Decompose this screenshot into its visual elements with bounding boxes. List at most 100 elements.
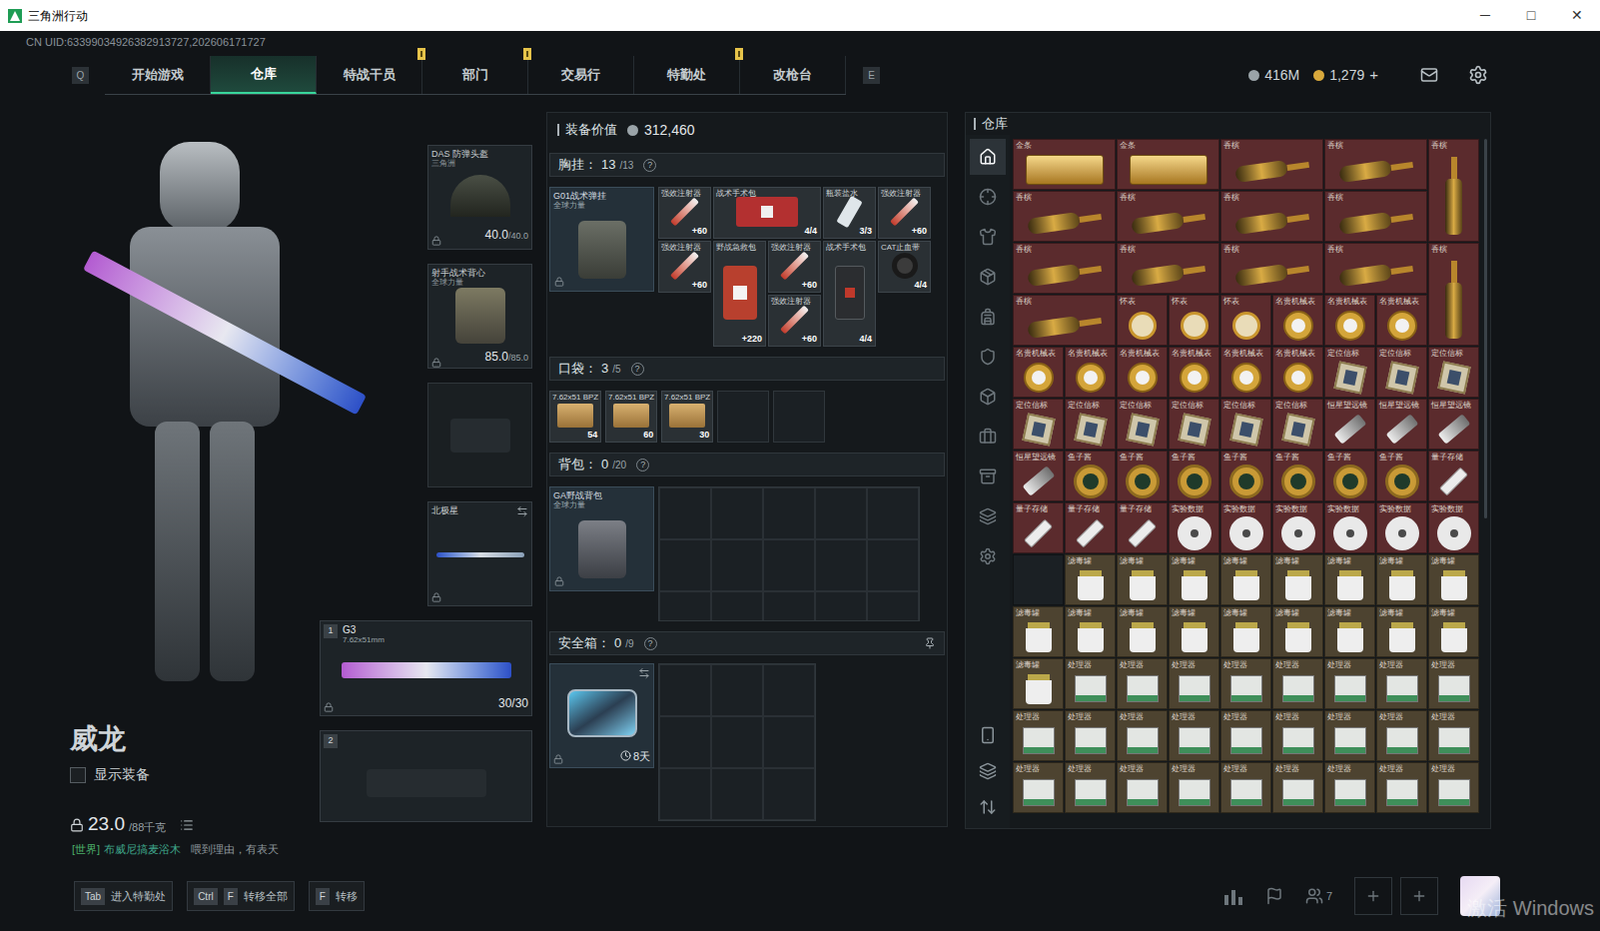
warehouse-tab[interactable] xyxy=(969,298,1006,335)
warehouse-item[interactable]: 香槟 xyxy=(1428,138,1480,242)
warehouse-item[interactable]: 定位信标 xyxy=(1064,398,1116,450)
gear-item[interactable]: 强效注射器+60 xyxy=(768,294,821,347)
warehouse-item[interactable]: 处理器 xyxy=(1324,710,1376,762)
warehouse-item[interactable]: 处理器 xyxy=(1116,762,1168,813)
warehouse-item[interactable]: 滤毒罐 xyxy=(1064,606,1116,658)
empty-slot[interactable] xyxy=(659,716,712,769)
help-badge[interactable]: ? xyxy=(636,458,650,472)
nav-tab[interactable]: 特战干员 xyxy=(316,55,423,94)
warehouse-item[interactable]: 处理器 xyxy=(1012,710,1064,762)
warehouse-item[interactable]: 滤毒罐 xyxy=(1272,606,1324,658)
warehouse-item[interactable]: 实验数据 xyxy=(1428,502,1480,554)
warehouse-item[interactable]: 处理器 xyxy=(1116,658,1168,710)
warehouse-tab[interactable] xyxy=(969,178,1006,215)
warehouse-item[interactable]: 滤毒罐 xyxy=(1376,554,1428,606)
warehouse-item[interactable]: 恒星望远镜 xyxy=(1012,450,1064,502)
empty-slot[interactable] xyxy=(763,591,815,622)
warehouse-tab[interactable] xyxy=(969,258,1006,295)
prev-key[interactable]: Q xyxy=(71,66,89,84)
warehouse-item[interactable]: 怀表 xyxy=(1220,294,1272,346)
helmet-slot[interactable]: DAS 防弹头盔三角洲40.0/40.0 xyxy=(427,144,533,250)
warehouse-item[interactable]: 恒星望远镜 xyxy=(1376,398,1428,450)
warehouse-item[interactable]: 处理器 xyxy=(1168,658,1220,710)
warehouse-item[interactable]: 香槟 xyxy=(1012,242,1116,294)
gear-item[interactable]: 强效注射器+60 xyxy=(658,240,712,293)
warehouse-item[interactable]: 处理器 xyxy=(1064,710,1116,762)
warehouse-tab[interactable] xyxy=(969,138,1006,175)
gear-item[interactable]: 战术手术包4/4 xyxy=(713,186,821,239)
warehouse-item[interactable]: 实验数据 xyxy=(1376,502,1428,554)
warehouse-item[interactable]: 量子存储 xyxy=(1428,450,1480,502)
empty-slot[interactable] xyxy=(763,716,815,769)
warehouse-item[interactable]: 香槟 xyxy=(1116,242,1220,294)
warehouse-item[interactable]: 恒星望远镜 xyxy=(1324,398,1376,450)
warehouse-item[interactable]: 鱼子酱 xyxy=(1324,450,1376,502)
gear-item[interactable]: 7.62x51 BPZ60 xyxy=(605,390,658,443)
gear-item[interactable]: 7.62x51 BPZ54 xyxy=(549,390,602,443)
warehouse-item[interactable]: 实验数据 xyxy=(1324,502,1376,554)
warehouse-item[interactable]: 滤毒罐 xyxy=(1012,658,1064,710)
empty-slot[interactable] xyxy=(711,716,764,769)
currency[interactable]: 1,279+ xyxy=(1313,63,1379,87)
warehouse-item[interactable]: 实验数据 xyxy=(1168,502,1220,554)
warehouse-item[interactable]: 处理器 xyxy=(1324,658,1376,710)
nav-tab[interactable]: 仓库 xyxy=(210,55,317,94)
warehouse-item[interactable]: 定位信标 xyxy=(1168,398,1220,450)
empty-slot[interactable] xyxy=(711,591,764,622)
warehouse-item[interactable]: 怀表 xyxy=(1168,294,1220,346)
warehouse-item[interactable]: 名贵机械表 xyxy=(1272,346,1324,398)
warehouse-tab[interactable] xyxy=(969,498,1006,535)
warehouse-item[interactable]: 鱼子酱 xyxy=(1376,450,1428,502)
warehouse-tab[interactable] xyxy=(969,538,1006,575)
add-slot[interactable] xyxy=(1354,876,1393,915)
warehouse-item[interactable]: 定位信标 xyxy=(1428,346,1480,398)
warehouse-tab[interactable] xyxy=(969,218,1006,255)
warehouse-item[interactable]: 定位信标 xyxy=(1012,398,1064,450)
warehouse-item[interactable]: 香槟 xyxy=(1428,242,1480,346)
empty-slot[interactable] xyxy=(866,591,919,622)
warehouse-item[interactable]: 处理器 xyxy=(1012,762,1064,813)
show-gear-checkbox[interactable]: 显示装备 xyxy=(69,764,318,786)
warehouse-item[interactable]: 香槟 xyxy=(1324,138,1428,190)
warehouse-item[interactable]: 恒星望远镜 xyxy=(1428,398,1480,450)
empty-slot[interactable] xyxy=(763,768,815,820)
warehouse-item[interactable]: 处理器 xyxy=(1220,762,1272,813)
warehouse-item[interactable]: 香槟 xyxy=(1324,242,1428,294)
warehouse-item[interactable]: 滤毒罐 xyxy=(1376,606,1428,658)
gear-item[interactable]: 强效注射器+60 xyxy=(768,240,821,293)
pin-icon[interactable] xyxy=(923,637,936,650)
warehouse-item[interactable]: 香槟 xyxy=(1324,190,1428,242)
empty-slot[interactable] xyxy=(763,664,815,717)
nav-tab[interactable]: 交易行 xyxy=(528,55,635,94)
empty-slot[interactable] xyxy=(763,539,815,592)
empty-slot[interactable] xyxy=(763,487,815,540)
warehouse-item[interactable]: 滤毒罐 xyxy=(1168,554,1220,606)
gear-item[interactable]: 强效注射器+60 xyxy=(658,186,712,239)
warehouse-item[interactable]: 滤毒罐 xyxy=(1116,554,1168,606)
warehouse-item[interactable]: 处理器 xyxy=(1220,658,1272,710)
warehouse-item[interactable]: 香槟 xyxy=(1116,190,1220,242)
warehouse-item[interactable]: 量子存储 xyxy=(1064,502,1116,554)
window-control[interactable]: ✕ xyxy=(1554,0,1600,31)
warehouse-tab[interactable] xyxy=(969,378,1006,415)
empty-slot[interactable] xyxy=(773,390,825,443)
warehouse-item[interactable]: 定位信标 xyxy=(1220,398,1272,450)
mail-icon[interactable] xyxy=(1418,65,1441,84)
empty-slot[interactable] xyxy=(711,664,764,717)
warehouse-item[interactable]: 滤毒罐 xyxy=(1012,606,1064,658)
pistol-slot[interactable] xyxy=(427,382,533,488)
warehouse-item[interactable]: 滤毒罐 xyxy=(1324,554,1376,606)
warehouse-item[interactable]: 处理器 xyxy=(1116,710,1168,762)
warehouse-item[interactable]: 处理器 xyxy=(1376,710,1428,762)
warehouse-item[interactable]: 金条 xyxy=(1012,138,1116,190)
warehouse-item[interactable]: 滤毒罐 xyxy=(1428,554,1480,606)
window-control[interactable]: □ xyxy=(1508,0,1555,31)
warehouse-item[interactable]: 名贵机械表 xyxy=(1012,346,1064,398)
warehouse-item[interactable]: 名贵机械表 xyxy=(1064,346,1116,398)
empty-slot[interactable] xyxy=(711,487,764,540)
warehouse-tab[interactable] xyxy=(969,338,1006,375)
container-slot[interactable]: GA野战背包全球力量 xyxy=(549,486,655,592)
container-slot[interactable]: G01战术弹挂全球力量 xyxy=(549,186,655,292)
nav-tab[interactable]: 部门 xyxy=(422,55,529,94)
melee-slot[interactable]: 北极星 xyxy=(427,501,533,607)
